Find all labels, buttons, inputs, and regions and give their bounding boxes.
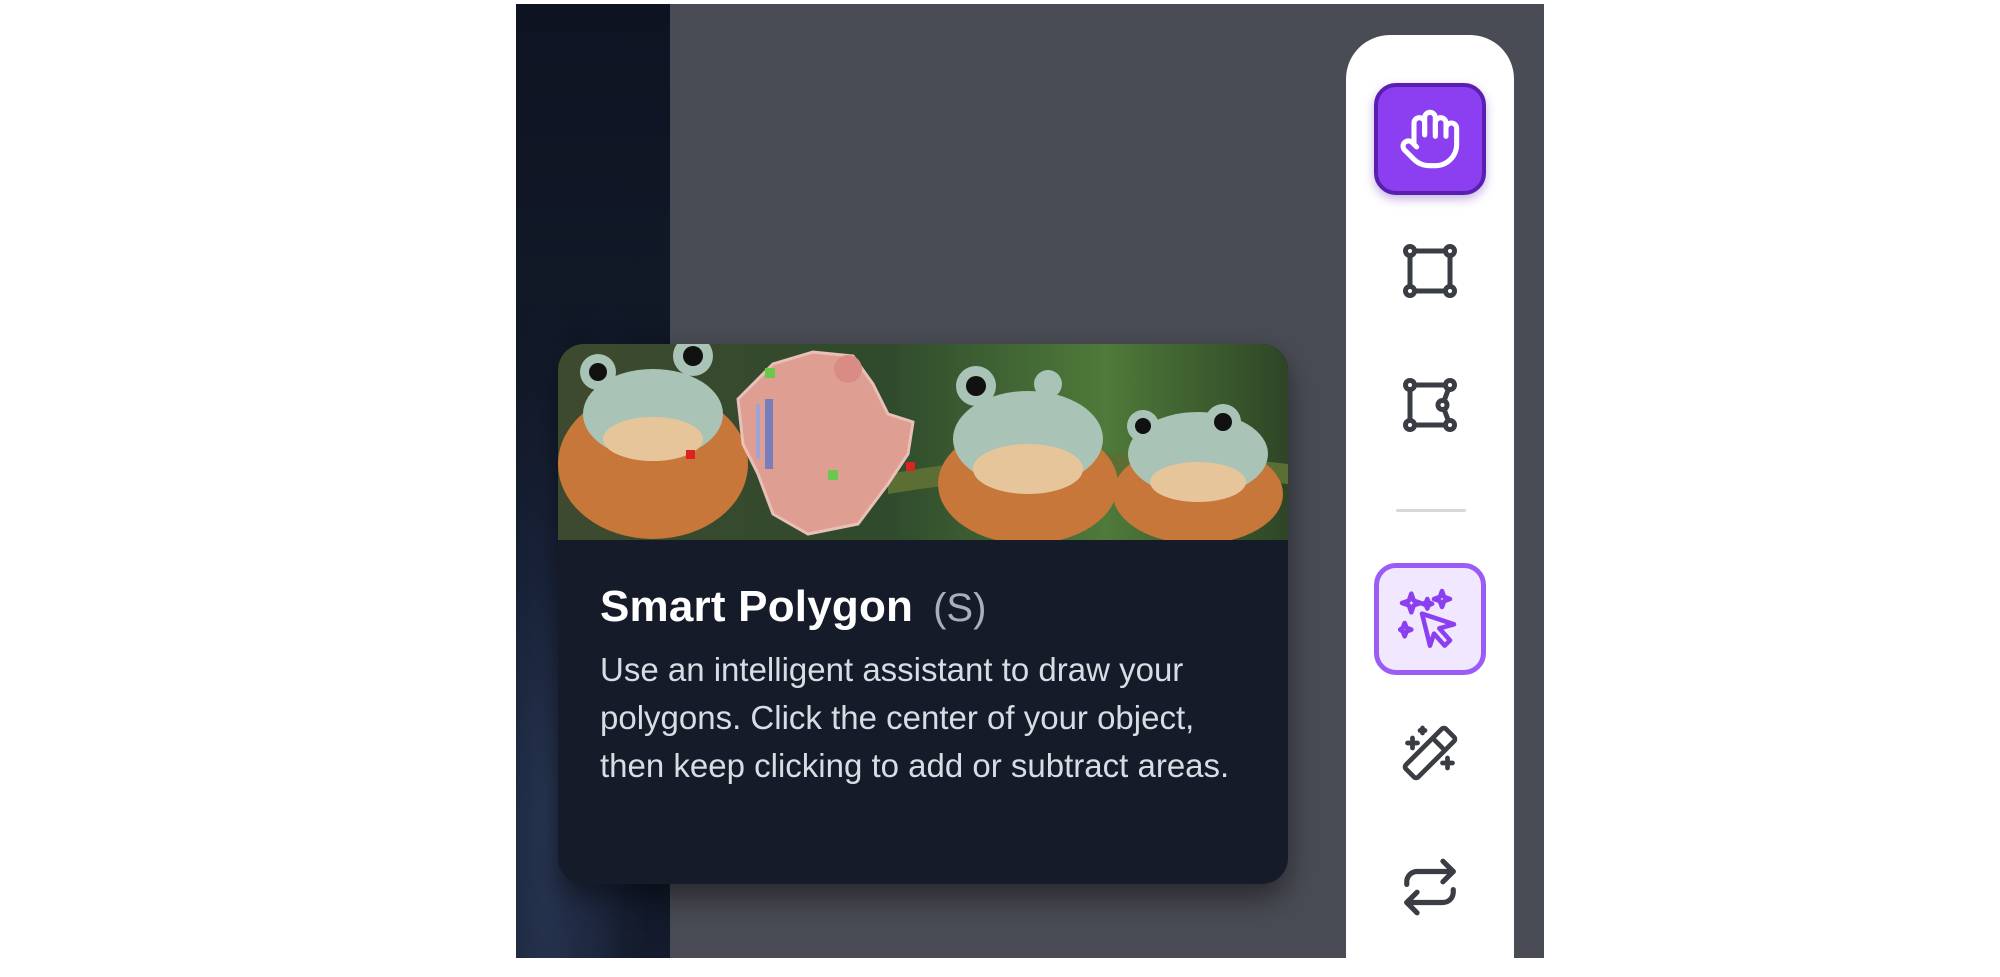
label-assist-tool-button[interactable]: [1374, 697, 1486, 809]
tooltip-title-row: Smart Polygon (S): [600, 582, 1250, 632]
tool-sidebar: [1346, 35, 1514, 958]
polygon-tool-button[interactable]: [1374, 349, 1486, 461]
bounding-box-icon: [1403, 244, 1458, 299]
tooltip-description: Use an intelligent assistant to draw you…: [600, 651, 1230, 784]
tooltip-body: Smart Polygon (S) Use an intelligent ass…: [600, 582, 1250, 790]
bounding-box-tool-button[interactable]: [1374, 215, 1486, 327]
polygon-icon: [1403, 378, 1458, 433]
annotation-workspace: Smart Polygon (S) Use an intelligent ass…: [516, 4, 1544, 958]
tooltip-shortcut: (S): [933, 586, 987, 630]
magic-wand-icon: [1402, 725, 1458, 781]
sparkle-cursor-icon: [1398, 588, 1457, 648]
toolbar-divider: [1396, 509, 1466, 512]
tooltip-title: Smart Polygon: [600, 582, 914, 631]
repeat-icon: [1404, 858, 1456, 916]
hand-icon: [1400, 109, 1460, 169]
pan-tool-button[interactable]: [1374, 83, 1486, 195]
tooltip-illustration: [558, 344, 1288, 540]
smart-polygon-tool-button[interactable]: [1374, 563, 1486, 675]
repeat-tool-button[interactable]: [1374, 831, 1486, 943]
smart-polygon-tooltip: Smart Polygon (S) Use an intelligent ass…: [558, 344, 1288, 884]
